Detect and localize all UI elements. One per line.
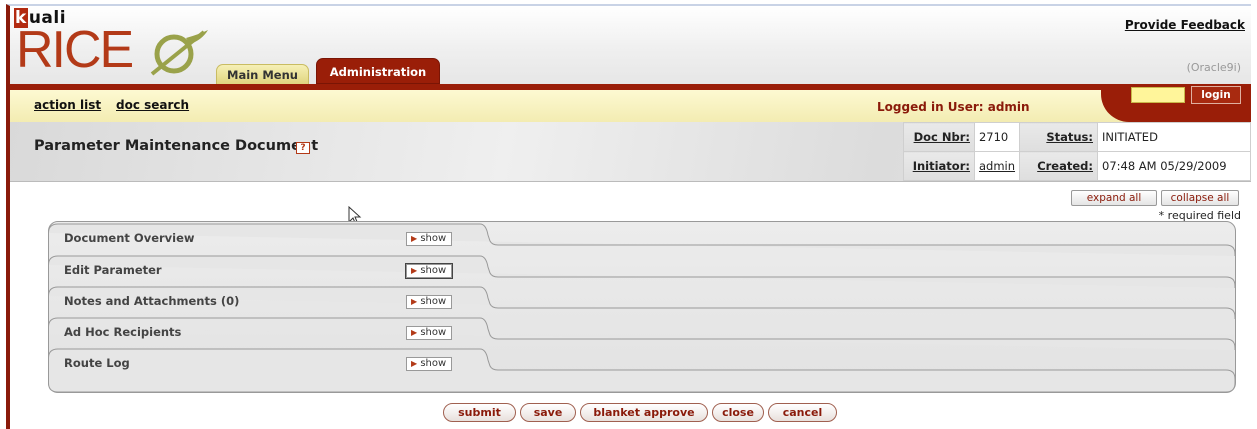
cancel-button[interactable]: cancel [768, 403, 837, 422]
blanket-approve-button[interactable]: blanket approve [580, 403, 708, 422]
section-label: Notes and Attachments (0) [64, 294, 240, 308]
show-button[interactable]: ▶ show [406, 357, 452, 371]
app-header: k uali RICE Main Menu Administration Prov… [10, 6, 1251, 86]
login-button[interactable]: login [1191, 86, 1241, 104]
page-title: Parameter Maintenance Document [34, 138, 319, 154]
close-button[interactable]: close [712, 403, 764, 422]
triangle-right-icon: ▶ [411, 359, 418, 368]
doc-nbr-label: Doc Nbr: [913, 130, 970, 144]
status-value: INITIATED [1097, 122, 1251, 152]
document-info-table: Doc Nbr: 2710 Status: INITIATED Initiato… [903, 122, 1251, 181]
help-icon[interactable]: ? [296, 142, 310, 154]
show-button[interactable]: ▶ show [406, 232, 452, 246]
section-route-log[interactable]: Route Log ▶ show [48, 348, 1236, 393]
section-tab-shape [48, 255, 1236, 288]
triangle-right-icon: ▶ [411, 328, 418, 337]
section-tab-shape [48, 317, 1236, 350]
section-notes-and-attachments[interactable]: Notes and Attachments (0) ▶ show [48, 286, 1236, 319]
show-button[interactable]: ▶ show [406, 295, 452, 309]
nav-bar: login action list doc search Logged in U… [10, 84, 1251, 122]
submit-button[interactable]: submit [443, 403, 516, 422]
show-button[interactable]: ▶ show [406, 326, 452, 340]
section-label: Document Overview [64, 231, 195, 245]
doc-search-link[interactable]: doc search [116, 98, 189, 112]
show-button-label: show [420, 265, 447, 276]
login-panel: login [1101, 84, 1251, 122]
show-button-label: show [420, 296, 447, 307]
section-tab-shape [48, 348, 1236, 393]
login-input[interactable] [1131, 87, 1185, 103]
show-button-label: show [420, 327, 447, 338]
section-label: Ad Hoc Recipients [64, 325, 182, 339]
save-button[interactable]: save [520, 403, 576, 422]
initiator-link[interactable]: admin [979, 159, 1015, 173]
section-label: Edit Parameter [64, 263, 162, 277]
initiator-label: Initiator: [912, 159, 970, 173]
triangle-right-icon: ▶ [411, 234, 418, 243]
section-ad-hoc-recipients[interactable]: Ad Hoc Recipients ▶ show [48, 317, 1236, 350]
section-label: Route Log [64, 356, 130, 370]
provide-feedback-link[interactable]: Provide Feedback [1125, 18, 1245, 32]
tab-main-menu[interactable]: Main Menu [216, 64, 309, 84]
tab-administration[interactable]: Administration [316, 58, 440, 84]
created-value: 07:48 AM 05/29/2009 [1097, 151, 1251, 181]
section-tab-shape [48, 223, 1236, 256]
document-header: Parameter Maintenance Document ? Doc Nbr… [10, 122, 1251, 182]
expand-all-button[interactable]: expand all [1071, 190, 1157, 206]
rice-logo-text: RICE [16, 21, 134, 79]
action-list-link[interactable]: action list [34, 98, 101, 112]
show-button-label: show [420, 358, 447, 369]
doc-nbr-value: 2710 [973, 122, 1021, 152]
section-document-overview[interactable]: Document Overview ▶ show [48, 223, 1236, 256]
triangle-right-icon: ▶ [411, 297, 418, 306]
show-button-label: show [420, 233, 447, 244]
status-label: Status: [1046, 130, 1093, 144]
section-edit-parameter[interactable]: Edit Parameter ▶ show [48, 255, 1236, 288]
logged-in-user: Logged in User: admin [877, 100, 1030, 114]
rice-logo-icon [150, 30, 208, 76]
database-label: (Oracle9i) [1186, 61, 1241, 74]
collapse-all-button[interactable]: collapse all [1161, 190, 1239, 206]
show-button[interactable]: ▶ show [405, 263, 453, 279]
triangle-right-icon: ▶ [411, 266, 418, 275]
app-frame: k uali RICE Main Menu Administration Prov… [6, 4, 1251, 429]
created-label: Created: [1037, 159, 1093, 173]
